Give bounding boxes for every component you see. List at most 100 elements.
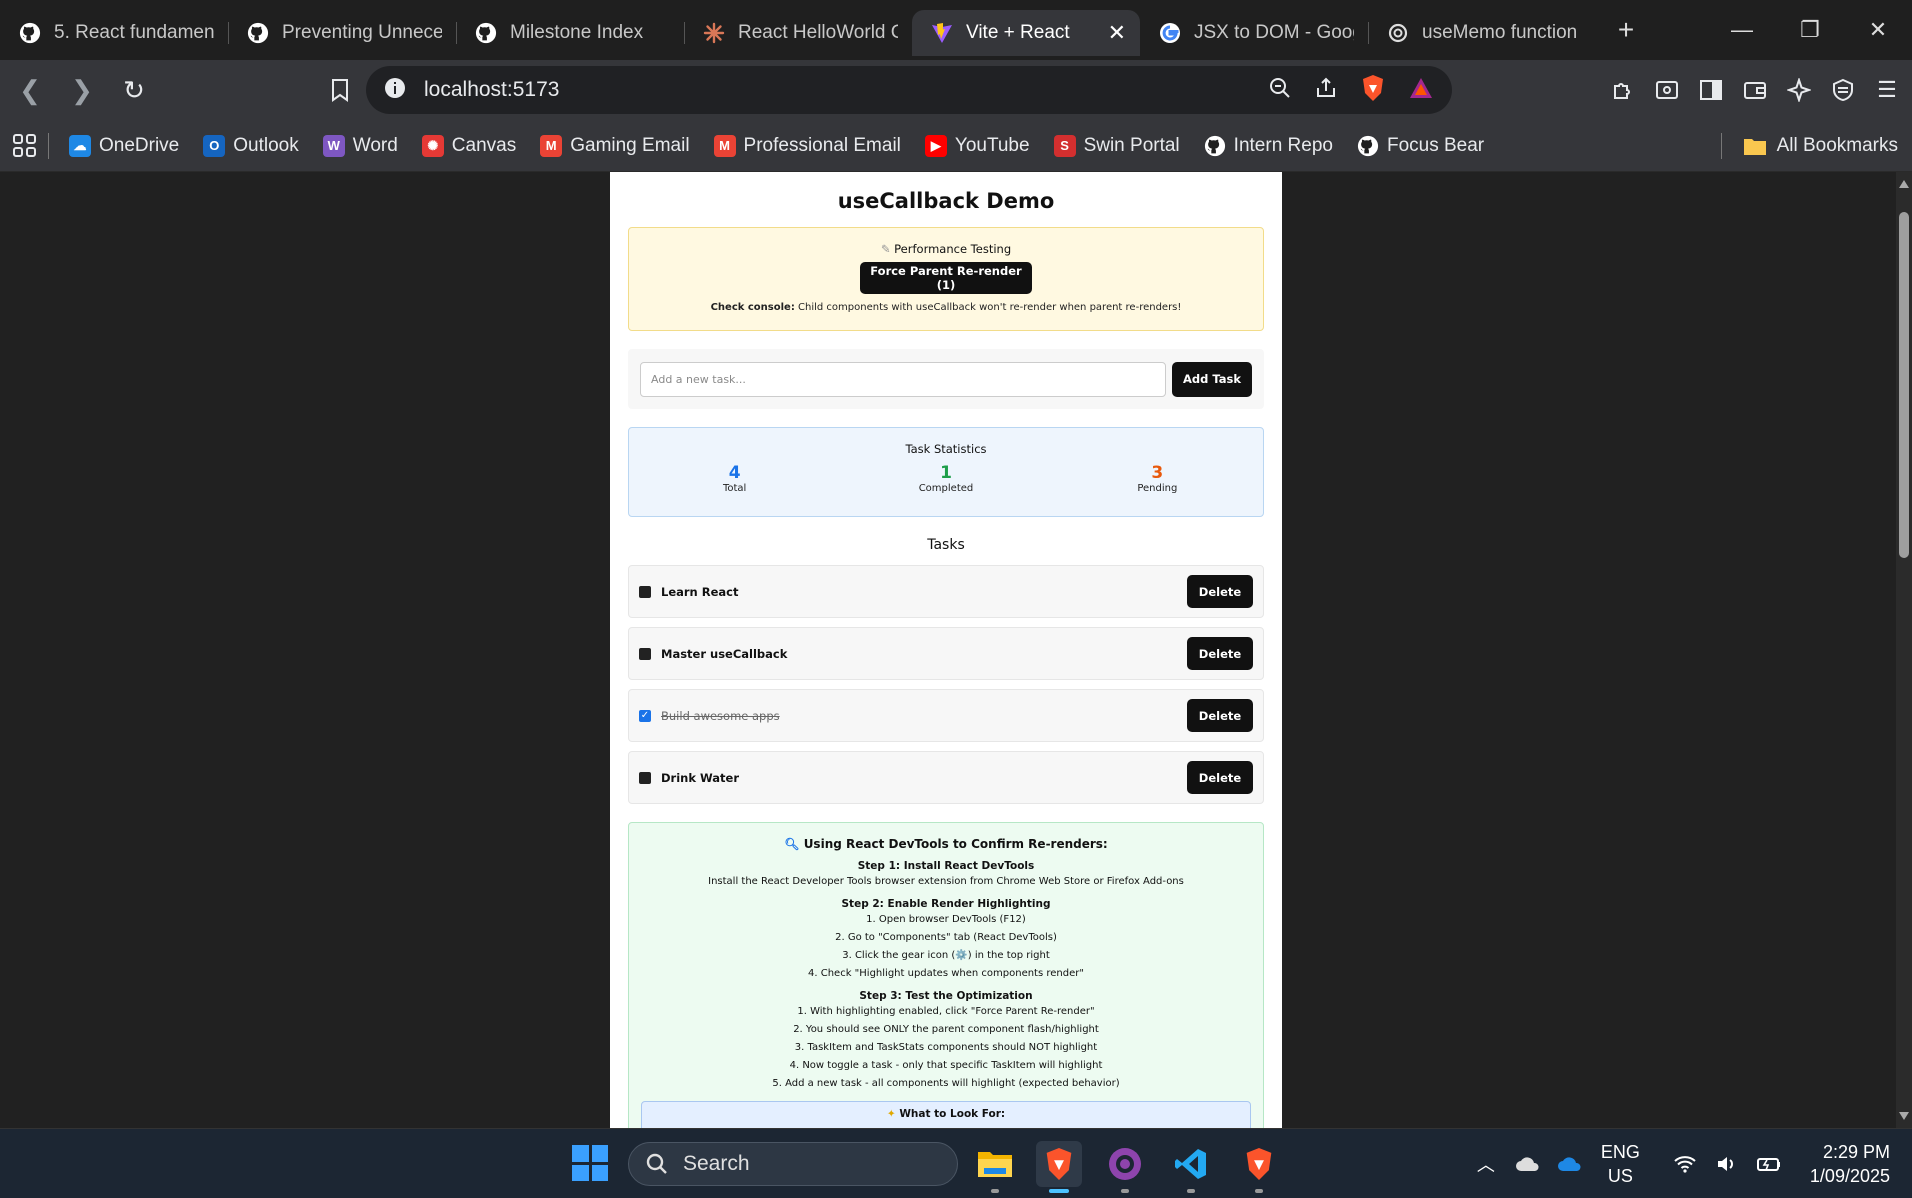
browser-tab[interactable]: Vite + React ✕ (912, 10, 1140, 56)
extensions-icon[interactable] (1608, 68, 1638, 112)
bookmark-favicon-icon: W (322, 134, 345, 157)
address-bar[interactable]: localhost:5173 (366, 66, 1452, 114)
devtools-guide: 🔍︎ Using React DevTools to Confirm Re-re… (628, 822, 1264, 1128)
zoom-icon[interactable] (1268, 76, 1292, 105)
reload-icon[interactable]: ↻ (112, 68, 156, 112)
task-item: Master useCallback Delete (628, 627, 1264, 680)
vscode-icon[interactable] (1168, 1141, 1214, 1193)
delete-task-button[interactable]: Delete (1187, 637, 1253, 670)
bookmark-favicon-icon: M (713, 134, 736, 157)
folder-icon (1743, 139, 1766, 155)
new-tab-button[interactable]: + (1606, 14, 1646, 46)
bookmark-page-icon[interactable] (318, 68, 362, 112)
tab-title: Preventing Unneces (282, 22, 442, 43)
add-task-button[interactable]: Add Task (1172, 361, 1252, 397)
guide-step-line: 3. TaskItem and TaskStats components sho… (794, 1042, 1098, 1053)
url-text[interactable]: localhost:5173 (424, 78, 1268, 102)
apps-grid-icon[interactable] (12, 133, 38, 159)
bookmark-item[interactable]: Intern Repo (1194, 129, 1343, 163)
page-scrollbar[interactable] (1896, 172, 1912, 1128)
scrollbar-thumb[interactable] (1899, 212, 1909, 558)
browser-tab[interactable]: JSX to DOM - Goog (1140, 10, 1368, 56)
delete-task-button[interactable]: Delete (1187, 699, 1253, 732)
bookmark-item[interactable]: Focus Bear (1347, 129, 1494, 163)
share-icon[interactable] (1314, 76, 1338, 105)
guide-step-line: 2. You should see ONLY the parent compon… (793, 1024, 1099, 1035)
what-to-look-for-box: ✦ What to Look For: (641, 1101, 1251, 1128)
task-checkbox[interactable] (639, 771, 651, 784)
minimize-icon[interactable]: — (1708, 10, 1776, 50)
bookmark-favicon-icon: ✺ (421, 134, 444, 157)
restore-icon[interactable]: ❐ (1776, 10, 1844, 50)
bookmark-item[interactable]: ✺ Canvas (412, 129, 526, 163)
task-stats-panel: Task Statistics 4 Total 1 Completed 3 Pending (628, 427, 1264, 517)
forward-icon[interactable]: ❯ (60, 68, 104, 112)
step1-text: Install the React Developer Tools browse… (708, 876, 1184, 887)
wifi-icon[interactable] (1664, 1144, 1706, 1184)
close-tab-icon[interactable]: ✕ (1108, 20, 1126, 46)
taskbar-clock[interactable]: 2:29 PM 1/09/2025 (1810, 1140, 1890, 1188)
bookmark-item[interactable]: W Word (313, 129, 408, 163)
browser-tab[interactable]: 5. React fundament (0, 10, 228, 56)
site-info-icon[interactable] (384, 77, 406, 104)
force-rerender-button[interactable]: Force Parent Re-render (1) (860, 262, 1032, 294)
bookmark-label: Gaming Email (570, 134, 690, 156)
page-viewport: useCallback Demo ✎ Performance Testing F… (0, 172, 1912, 1128)
wallet-icon[interactable] (1740, 68, 1770, 112)
tray-overflow-icon[interactable]: ︿ (1465, 1144, 1507, 1184)
brave-rewards-icon[interactable] (1408, 76, 1434, 105)
all-bookmarks-label: All Bookmarks (1776, 135, 1898, 156)
scroll-down-icon[interactable] (1899, 1112, 1909, 1120)
google-icon (1158, 21, 1182, 45)
console-note-text: Child components with useCallback won't … (798, 302, 1182, 313)
task-input[interactable] (640, 361, 1166, 397)
clock-date: 1/09/2025 (1809, 1166, 1890, 1186)
scroll-up-icon[interactable] (1899, 180, 1909, 188)
github-desktop-icon[interactable] (1102, 1141, 1148, 1193)
bookmark-item[interactable]: M Gaming Email (530, 129, 699, 163)
sidebar-toggle-icon[interactable] (1696, 68, 1726, 112)
delete-task-button[interactable]: Delete (1187, 761, 1253, 794)
bookmark-item[interactable]: ☁ OneDrive (59, 129, 189, 163)
taskbar-search[interactable]: Search (628, 1142, 958, 1186)
search-icon (646, 1153, 667, 1174)
windows-start-icon[interactable] (572, 1145, 608, 1181)
all-bookmarks-button[interactable]: All Bookmarks (1720, 120, 1898, 172)
clock-time: 2:29 PM (1822, 1142, 1890, 1162)
bookmark-item[interactable]: S Swin Portal (1044, 129, 1190, 163)
browser-tab[interactable]: Milestone Index (456, 10, 684, 56)
brave-taskbar-icon[interactable] (1036, 1141, 1082, 1193)
claude-icon (702, 21, 726, 45)
screenshot-search-icon[interactable] (1652, 68, 1682, 112)
back-icon[interactable]: ❮ (8, 68, 52, 112)
onedrive-tray-icon[interactable] (1507, 1144, 1549, 1184)
lightbulb-icon: ✦ (886, 1108, 896, 1120)
leo-ai-icon[interactable] (1784, 68, 1814, 112)
system-tray: ︿ ENG US 2:29 PM 1/09/2025 (1465, 1129, 1912, 1198)
bookmark-item[interactable]: O Outlook (193, 129, 308, 163)
bookmark-label: Intern Repo (1233, 134, 1333, 156)
task-checkbox[interactable] (639, 647, 651, 660)
brave-shields-icon[interactable] (1360, 74, 1386, 107)
brave-taskbar-icon-2[interactable] (1236, 1141, 1282, 1193)
language-code: ENG (1600, 1142, 1640, 1162)
task-checkbox[interactable] (639, 585, 651, 598)
file-explorer-icon[interactable] (972, 1141, 1018, 1193)
delete-task-button[interactable]: Delete (1187, 575, 1253, 608)
volume-icon[interactable] (1706, 1144, 1748, 1184)
language-indicator[interactable]: ENG US (1601, 1140, 1640, 1188)
onedrive-blue-tray-icon[interactable] (1549, 1144, 1591, 1184)
task-checkbox[interactable]: ✓ (639, 709, 651, 722)
browser-tab[interactable]: useMemo function (1368, 10, 1596, 56)
browser-tab[interactable]: Preventing Unneces (228, 10, 456, 56)
bookmark-item[interactable]: ▶ YouTube (915, 129, 1040, 163)
battery-icon[interactable] (1748, 1144, 1790, 1184)
vpn-icon[interactable] (1828, 68, 1858, 112)
toolbar-right-icons: ☰ (1608, 68, 1902, 112)
close-window-icon[interactable]: ✕ (1844, 10, 1912, 50)
look-title: What to Look For: (899, 1108, 1006, 1120)
bookmark-item[interactable]: M Professional Email (704, 129, 911, 163)
guide-step-line: 1. Open browser DevTools (F12) (866, 914, 1026, 925)
menu-icon[interactable]: ☰ (1872, 68, 1902, 112)
browser-tab[interactable]: React HelloWorld C (684, 10, 912, 56)
